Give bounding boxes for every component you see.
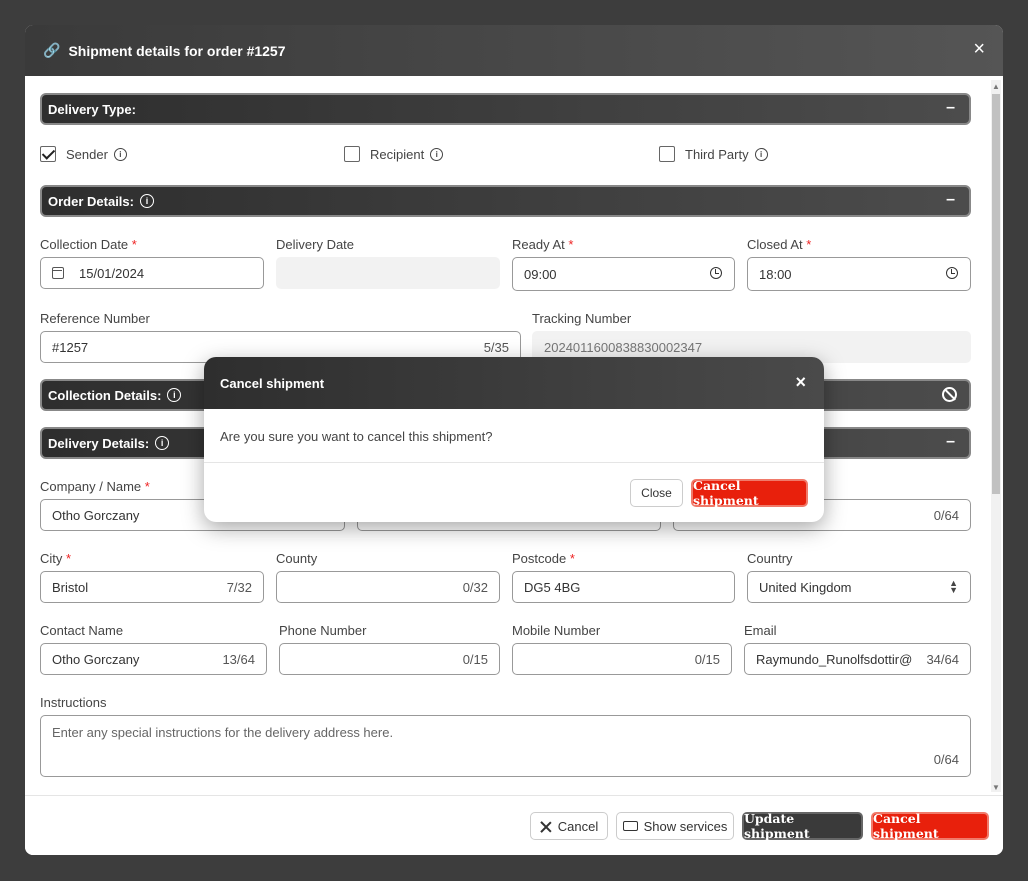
section-title: Delivery Type: [48, 101, 136, 117]
recipient-label: Recipient [370, 146, 425, 162]
chevron-updown-icon: ▲ ▼ [949, 578, 958, 595]
char-counter: 0/32 [462, 579, 488, 595]
collection-date-label: Collection Date * [40, 237, 137, 252]
disabled-icon[interactable] [942, 387, 957, 402]
scrollbar[interactable]: ▲ ▼ [991, 80, 1001, 792]
char-counter: 5/35 [483, 339, 509, 355]
third-party-checkbox[interactable] [659, 146, 675, 162]
section-delivery-type[interactable]: Delivery Type: – [40, 93, 971, 125]
sender-option[interactable]: Sender i [40, 146, 127, 162]
collapse-icon[interactable]: – [946, 433, 955, 451]
country-select[interactable]: United Kingdom ▲ ▼ [747, 571, 971, 603]
section-title: Delivery Details: [48, 435, 150, 451]
instructions-label: Instructions [40, 695, 107, 710]
country-label: Country [747, 551, 793, 566]
info-icon: i [430, 147, 444, 161]
contact-name-label: Contact Name [40, 623, 124, 638]
link-icon: 🔗 [43, 42, 61, 58]
char-counter: 7/32 [226, 579, 252, 595]
char-counter: 0/15 [694, 651, 720, 667]
county-input[interactable]: 0/32 [276, 571, 500, 603]
scroll-up-icon[interactable]: ▲ [992, 82, 1000, 91]
dialog-close-button[interactable]: Close [630, 479, 683, 507]
instructions-textarea[interactable]: Enter any special instructions for the d… [40, 715, 971, 777]
delivery-date-label: Delivery Date [276, 237, 355, 252]
collapse-icon[interactable]: – [946, 99, 955, 117]
info-icon: i [754, 147, 768, 161]
phone-number-label: Phone Number [279, 623, 367, 638]
info-icon: i [155, 436, 170, 450]
cancel-shipment-dialog: Cancel shipment × Are you sure you want … [204, 357, 824, 522]
cancel-button[interactable]: Cancel [530, 812, 608, 840]
close-icon[interactable]: × [973, 39, 985, 59]
company-name-label: Company / Name * [40, 479, 150, 494]
section-order-details[interactable]: Order Details: i – [40, 185, 971, 217]
modal-title: Shipment details for order #1257 [68, 42, 286, 59]
char-counter: 0/64 [933, 507, 959, 523]
section-title: Order Details: [48, 193, 134, 209]
char-counter: 0/15 [462, 651, 488, 667]
email-input[interactable]: Raymundo_Runolfsdottir@ 34/64 [744, 643, 971, 675]
tracking-number-label: Tracking Number [532, 311, 632, 326]
scrollbar-thumb[interactable] [992, 94, 1000, 494]
third-party-option[interactable]: Third Party i [659, 146, 768, 162]
collapse-icon[interactable]: – [946, 191, 955, 209]
collection-date-input[interactable]: 15/01/2024 [40, 257, 264, 289]
section-title: Collection Details: [48, 387, 162, 403]
char-counter: 34/64 [926, 651, 959, 667]
closed-at-label: Closed At * [747, 237, 812, 252]
clock-icon[interactable] [710, 267, 722, 279]
modal-header: 🔗 Shipment details for order #1257 × [25, 25, 1003, 76]
recipient-checkbox[interactable] [344, 146, 360, 162]
show-services-button[interactable]: Show services [616, 812, 734, 840]
delivery-date-input [276, 257, 500, 289]
cancel-shipment-button[interactable]: Cancel shipment [871, 811, 989, 841]
truck-icon [622, 821, 638, 831]
mobile-number-input[interactable]: 0/15 [512, 643, 732, 675]
divider [204, 462, 824, 463]
postcode-input[interactable]: DG5 4BG [512, 571, 735, 603]
modal-footer: Cancel Show services Update shipment Can… [25, 795, 1003, 855]
char-counter: 13/64 [222, 651, 255, 667]
calendar-icon [52, 267, 64, 279]
reference-number-label: Reference Number [40, 311, 150, 326]
postcode-label: Postcode * [512, 551, 575, 566]
close-icon [540, 821, 551, 832]
sender-checkbox[interactable] [40, 146, 56, 162]
city-label: City * [40, 551, 72, 566]
closed-at-input[interactable]: 18:00 [747, 257, 971, 291]
dialog-confirm-cancel-button[interactable]: Cancel shipment [691, 478, 808, 508]
clock-icon[interactable] [946, 267, 958, 279]
char-counter: 0/64 [933, 752, 959, 767]
info-icon: i [139, 194, 154, 208]
scroll-down-icon[interactable]: ▼ [992, 783, 1000, 792]
contact-name-input[interactable]: Otho Gorczany 13/64 [40, 643, 267, 675]
email-label: Email [744, 623, 777, 638]
phone-number-input[interactable]: 0/15 [279, 643, 500, 675]
close-icon[interactable]: × [795, 373, 806, 391]
dialog-message: Are you sure you want to cancel this shi… [220, 429, 493, 444]
ready-at-input[interactable]: 09:00 [512, 257, 735, 291]
info-icon: i [167, 388, 182, 402]
info-icon: i [113, 147, 127, 161]
dialog-header: Cancel shipment × [204, 357, 824, 409]
county-label: County [276, 551, 318, 566]
ready-at-label: Ready At * [512, 237, 574, 252]
sender-label: Sender [66, 146, 108, 162]
recipient-option[interactable]: Recipient i [344, 146, 444, 162]
update-shipment-button[interactable]: Update shipment [742, 811, 863, 841]
third-party-label: Third Party [685, 146, 749, 162]
city-input[interactable]: Bristol 7/32 [40, 571, 264, 603]
mobile-number-label: Mobile Number [512, 623, 601, 638]
dialog-title: Cancel shipment [220, 375, 325, 391]
